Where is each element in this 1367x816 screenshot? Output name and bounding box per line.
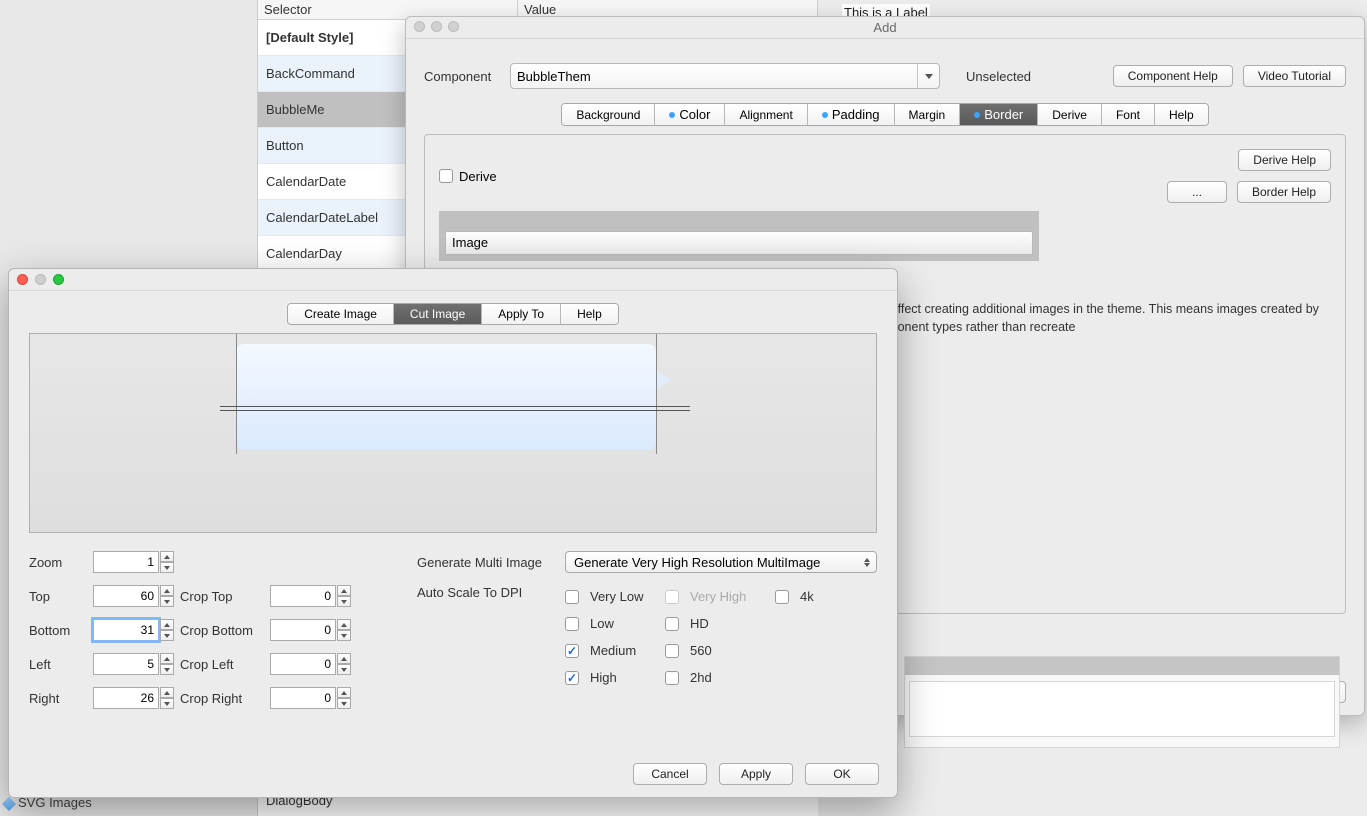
tab-padding[interactable]: Padding	[808, 104, 895, 125]
crop-left-input[interactable]	[270, 653, 336, 675]
guide-line[interactable]	[220, 410, 690, 411]
dialog-titlebar[interactable]	[9, 269, 897, 291]
crop-left-label: Crop Left	[180, 657, 270, 672]
crop-left-stepper[interactable]	[337, 653, 351, 675]
property-tabs: Background Color Alignment Padding Margi…	[561, 103, 1208, 126]
unselected-label: Unselected	[966, 69, 1031, 84]
image-wizard-dialog: Create Image Cut Image Apply To Help Zoo…	[8, 268, 898, 798]
add-title: Add	[873, 20, 896, 35]
right-input[interactable]	[93, 687, 159, 709]
top-label: Top	[29, 589, 93, 604]
dot-icon	[669, 112, 675, 118]
add-titlebar[interactable]: Add	[406, 17, 1364, 39]
apply-button[interactable]: Apply	[719, 763, 793, 785]
crop-right-input[interactable]	[270, 687, 336, 709]
tab-derive[interactable]: Derive	[1038, 104, 1102, 125]
zoom-stepper[interactable]	[160, 551, 174, 573]
tab-cut-image[interactable]: Cut Image	[394, 304, 482, 324]
image-preview[interactable]	[29, 333, 877, 533]
image-type-field[interactable]: Image	[445, 231, 1033, 255]
high-checkbox[interactable]	[565, 671, 579, 685]
component-combo[interactable]: BubbleThem	[510, 63, 940, 89]
minimize-icon[interactable]	[35, 274, 46, 285]
zoom-icon[interactable]	[53, 274, 64, 285]
tab-margin[interactable]: Margin	[895, 104, 961, 125]
low-checkbox[interactable]	[565, 617, 579, 631]
zoom-icon[interactable]	[448, 21, 459, 32]
crop-right-label: Crop Right	[180, 691, 270, 706]
crop-bottom-label: Crop Bottom	[180, 623, 270, 638]
crop-right-stepper[interactable]	[337, 687, 351, 709]
560-checkbox[interactable]	[665, 644, 679, 658]
crop-top-input[interactable]	[270, 585, 336, 607]
generate-multi-image-label: Generate Multi Image	[417, 555, 565, 570]
component-value: BubbleThem	[517, 69, 591, 84]
bubble-tail	[656, 370, 670, 390]
close-icon[interactable]	[414, 21, 425, 32]
component-label: Component	[424, 69, 510, 84]
updown-icon	[864, 558, 870, 567]
right-stepper[interactable]	[160, 687, 174, 709]
left-input[interactable]	[93, 653, 159, 675]
left-stepper[interactable]	[160, 653, 174, 675]
tab-color[interactable]: Color	[655, 104, 725, 125]
tab-apply-to[interactable]: Apply To	[482, 304, 561, 324]
bottom-input[interactable]	[93, 619, 159, 641]
wizard-tabs: Create Image Cut Image Apply To Help	[287, 303, 619, 325]
top-stepper[interactable]	[160, 585, 174, 607]
preview-strip	[904, 656, 1340, 748]
auto-scale-label: Auto Scale To DPI	[417, 585, 565, 600]
guide-line[interactable]	[656, 334, 657, 454]
medium-checkbox[interactable]	[565, 644, 579, 658]
minimize-icon[interactable]	[431, 21, 442, 32]
2hd-checkbox[interactable]	[665, 671, 679, 685]
ok-button[interactable]: OK	[805, 763, 879, 785]
derive-label: Derive	[459, 169, 497, 184]
very-high-checkbox	[665, 590, 679, 604]
diamond-icon	[2, 797, 16, 811]
tab-help[interactable]: Help	[561, 304, 618, 324]
image-field-wrap: Image	[439, 211, 1039, 261]
bottom-stepper[interactable]	[160, 619, 174, 641]
tab-help[interactable]: Help	[1155, 104, 1208, 125]
derive-checkbox[interactable]	[439, 169, 453, 183]
chevron-down-icon[interactable]	[917, 64, 939, 88]
crop-top-label: Crop Top	[180, 589, 270, 604]
guide-line[interactable]	[220, 406, 690, 407]
select-value: Generate Very High Resolution MultiImage	[574, 555, 820, 570]
tab-font[interactable]: Font	[1102, 104, 1155, 125]
zoom-input[interactable]	[93, 551, 159, 573]
bottom-label: Bottom	[29, 623, 93, 638]
close-icon[interactable]	[17, 274, 28, 285]
ellipsis-button[interactable]: ...	[1167, 181, 1227, 203]
crop-bottom-input[interactable]	[270, 619, 336, 641]
video-tutorial-button[interactable]: Video Tutorial	[1243, 65, 1346, 87]
guide-line[interactable]	[236, 334, 237, 454]
dot-icon	[822, 112, 828, 118]
tab-border[interactable]: Border	[960, 104, 1038, 125]
tab-create-image[interactable]: Create Image	[288, 304, 394, 324]
generate-multi-image-select[interactable]: Generate Very High Resolution MultiImage	[565, 551, 877, 573]
tab-background[interactable]: Background	[562, 104, 655, 125]
top-input[interactable]	[93, 585, 159, 607]
very-low-checkbox[interactable]	[565, 590, 579, 604]
dot-icon	[974, 112, 980, 118]
left-label: Left	[29, 657, 93, 672]
zoom-label: Zoom	[29, 555, 93, 570]
hd-checkbox[interactable]	[665, 617, 679, 631]
right-label: Right	[29, 691, 93, 706]
crop-bottom-stepper[interactable]	[337, 619, 351, 641]
cancel-button[interactable]: Cancel	[633, 763, 707, 785]
component-help-button[interactable]: Component Help	[1113, 65, 1233, 87]
derive-help-button[interactable]: Derive Help	[1238, 149, 1331, 171]
bubble-shape	[236, 344, 656, 450]
border-help-button[interactable]: Border Help	[1237, 181, 1331, 203]
tab-alignment[interactable]: Alignment	[725, 104, 807, 125]
4k-checkbox[interactable]	[775, 590, 789, 604]
crop-top-stepper[interactable]	[337, 585, 351, 607]
